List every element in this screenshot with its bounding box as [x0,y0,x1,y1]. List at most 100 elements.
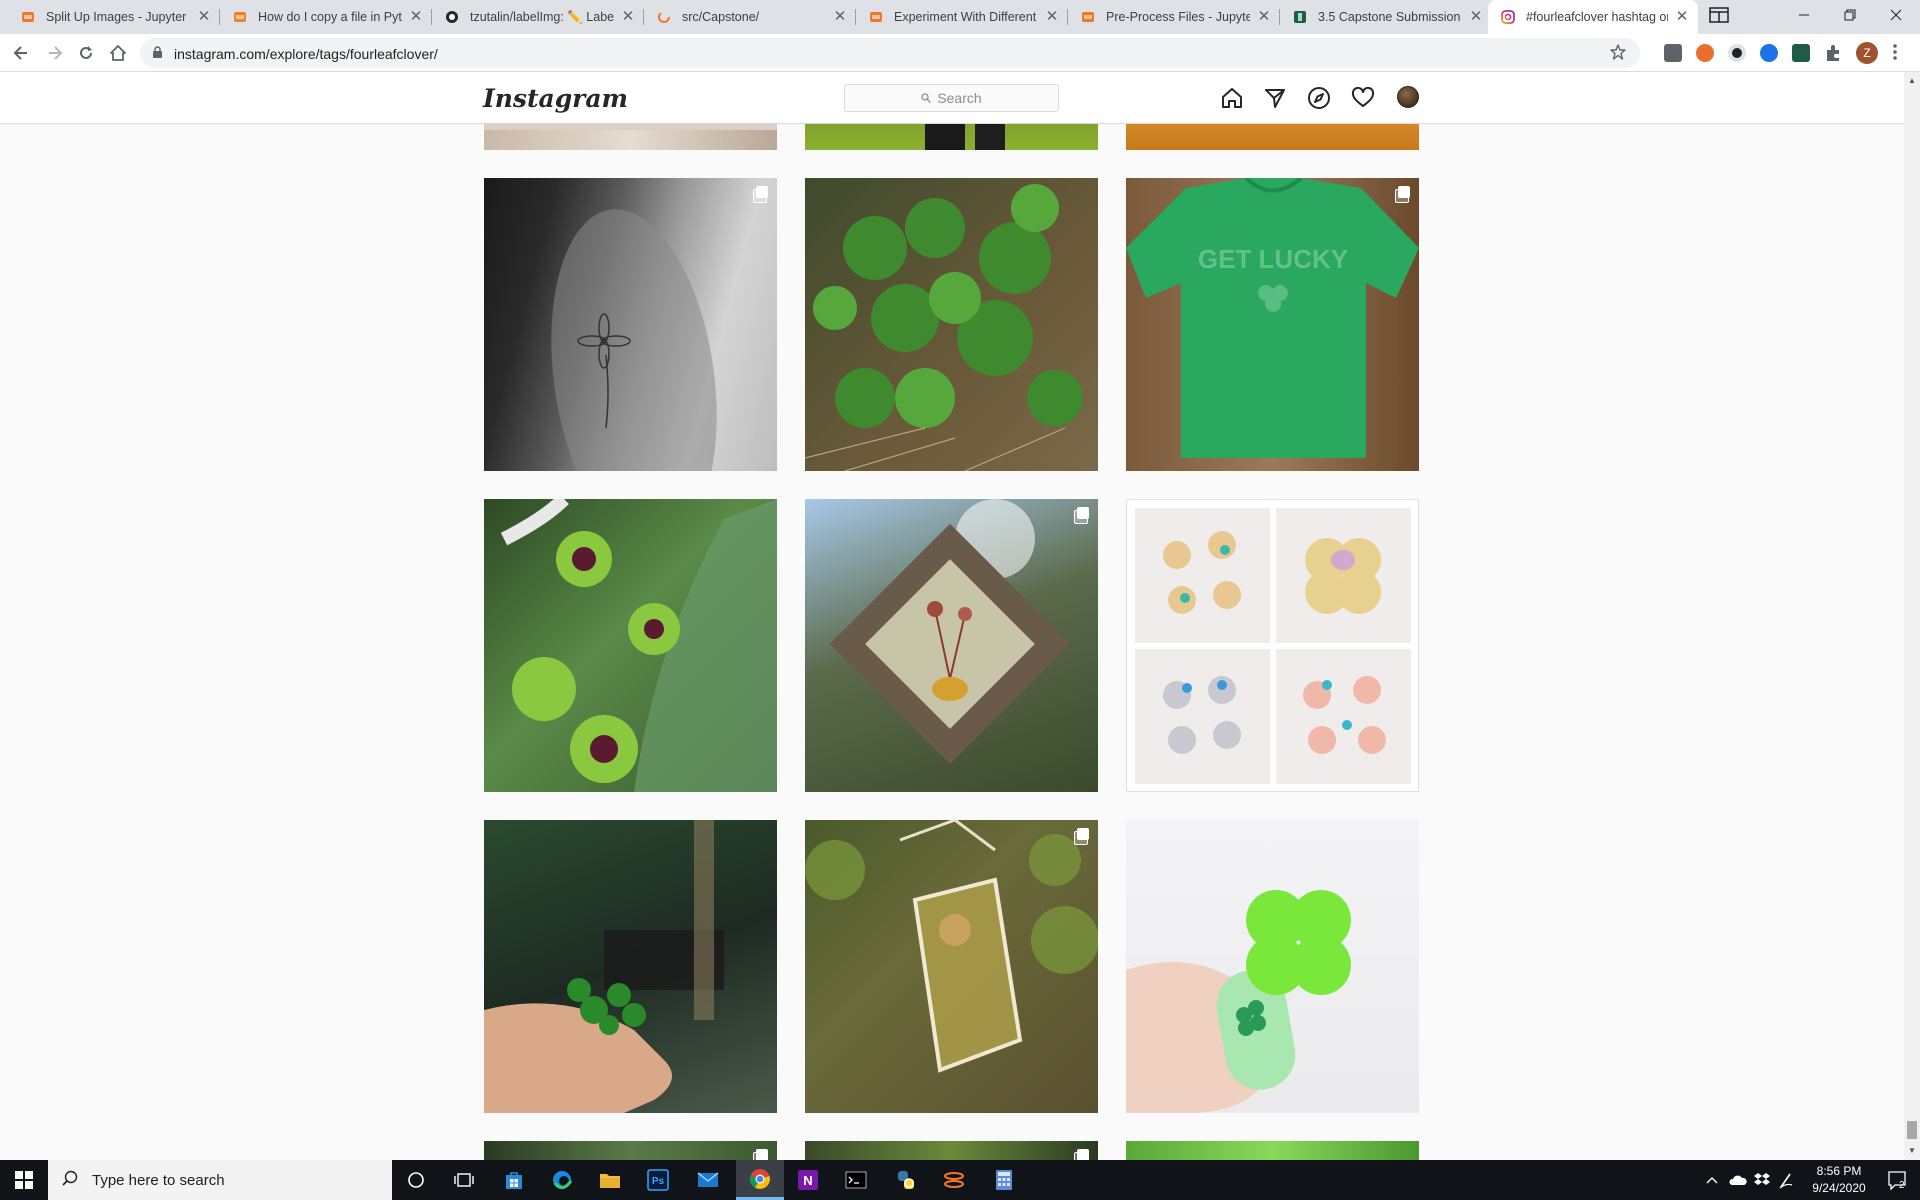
post-thumbnail-partial[interactable] [1126,1141,1419,1160]
springboard-icon [1292,9,1308,25]
jupyter-icon [868,9,884,25]
jupyter-loading-icon [656,9,672,25]
tab-capstone-submission[interactable]: 3.5 Capstone Submission - L ✕ [1280,0,1492,34]
instagram-icon [1500,9,1516,25]
post-thumbnail-partial[interactable] [805,1141,1098,1160]
jupyter-icon [20,9,36,25]
extension-g-icon[interactable] [1664,44,1682,62]
scrollbar-thumb[interactable] [1907,1121,1917,1139]
bookmark-star-icon[interactable] [1610,44,1626,65]
edge-icon[interactable] [538,1160,586,1200]
tab-fourleafclover-instagram[interactable]: #fourleafclover hashtag on ✕ [1488,0,1698,34]
svg-text:N: N [803,1173,812,1188]
taskbar-search-placeholder: Type here to search [92,1171,225,1189]
svg-text:Ps: Ps [652,1176,665,1187]
post-thumbnail[interactable]: GET LUCKY [1126,178,1419,471]
back-icon[interactable] [6,38,36,68]
task-view-icon[interactable] [440,1160,488,1200]
home-icon[interactable] [1219,85,1245,111]
search-input[interactable]: Search [844,84,1059,112]
jupyter-icon[interactable] [930,1160,978,1200]
post-thumbnail-partial[interactable] [484,1141,777,1160]
pen-workspace-icon[interactable] [1774,1160,1798,1200]
extension-circle-icon[interactable] [1728,44,1746,62]
extension-m-icon[interactable] [1760,44,1778,62]
close-tab-icon[interactable]: ✕ [196,9,212,25]
notifications-icon[interactable]: 2 [1882,1160,1912,1200]
scroll-up-icon[interactable]: ▲ [1908,76,1916,85]
onedrive-cloud-icon[interactable] [1726,1160,1750,1200]
restore-icon[interactable] [1827,0,1873,30]
tab-pre-process-files[interactable]: Pre-Process Files - Jupyter N ✕ [1068,0,1280,34]
multiple-images-icon [753,1149,769,1160]
post-thumbnail[interactable] [1126,499,1419,792]
extensions-puzzle-icon[interactable] [1824,44,1842,67]
chrome-icon[interactable] [736,1160,784,1200]
page-scrollbar[interactable]: ▲ ▼ [1904,72,1920,1160]
explore-grid: GET LUCKY [0,72,1904,1160]
lock-icon [152,46,163,64]
close-tab-icon[interactable]: ✕ [1674,9,1690,25]
home-icon[interactable] [103,38,133,68]
close-tab-icon[interactable]: ✕ [1044,9,1060,25]
taskbar-search-input[interactable]: Type here to search [48,1160,392,1200]
post-thumbnail[interactable] [484,178,777,471]
instagram-header: Instagram Search [0,72,1904,124]
address-bar[interactable]: instagram.com/explore/tags/fourleafclove… [140,38,1640,68]
calculator-icon[interactable] [980,1160,1028,1200]
onenote-icon[interactable]: N [784,1160,832,1200]
profile-avatar[interactable] [1397,86,1419,108]
github-icon [444,9,460,25]
jupyter-icon [1080,9,1096,25]
extension-springboard-icon[interactable] [1792,44,1810,62]
file-explorer-icon[interactable] [586,1160,634,1200]
close-tab-icon[interactable]: ✕ [620,9,636,25]
tab-copy-file-python[interactable]: How do I copy a file in Pyth ✕ [220,0,432,34]
profile-avatar[interactable]: Z [1856,42,1878,64]
clock-date: 9/24/2020 [1812,1181,1866,1195]
post-thumbnail[interactable] [805,178,1098,471]
post-thumbnail[interactable] [484,820,777,1113]
tab-experiment-different[interactable]: Experiment With Different M ✕ [856,0,1068,34]
svg-text:GET LUCKY: GET LUCKY [1198,244,1348,274]
windows-start-icon[interactable] [0,1160,48,1200]
post-thumbnail[interactable] [805,820,1098,1113]
close-window-icon[interactable] [1873,0,1919,30]
cortana-icon[interactable] [392,1160,440,1200]
tab-src-capstone[interactable]: src/Capstone/ ✕ [644,0,856,34]
tab-search-icon[interactable] [1696,0,1742,30]
tray-chevron-up-icon[interactable] [1700,1160,1724,1200]
close-tab-icon[interactable]: ✕ [1468,9,1484,25]
clock-time: 8:56 PM [1816,1164,1862,1178]
tab-split-up-images[interactable]: Split Up Images - Jupyter N ✕ [8,0,220,34]
python-icon[interactable] [882,1160,930,1200]
dropbox-icon[interactable] [1750,1160,1774,1200]
forward-icon[interactable] [40,38,70,68]
windows-taskbar: Type here to search Ps N 8:56 PM 9/24/20… [0,1160,1920,1200]
taskbar-clock[interactable]: 8:56 PM 9/24/2020 [1798,1163,1880,1197]
search-icon [62,1170,78,1191]
extension-orange-icon[interactable] [1696,44,1714,62]
instagram-logo[interactable]: Instagram [483,84,628,113]
multiple-images-icon [1074,828,1090,845]
close-tab-icon[interactable]: ✕ [1256,9,1272,25]
photoshop-icon[interactable]: Ps [634,1160,682,1200]
scroll-down-icon[interactable]: ▼ [1908,1146,1916,1155]
search-placeholder: Search [937,90,982,106]
post-thumbnail[interactable] [805,499,1098,792]
notification-count: 2 [1899,1180,1905,1191]
reload-icon[interactable] [71,38,101,68]
direct-messages-icon[interactable] [1262,85,1288,111]
minimize-icon[interactable] [1781,0,1827,30]
mail-icon[interactable] [684,1160,732,1200]
activity-heart-icon[interactable] [1350,85,1376,111]
close-tab-icon[interactable]: ✕ [408,9,424,25]
microsoft-store-icon[interactable] [490,1160,538,1200]
tab-labelimg-github[interactable]: tzutalin/labelImg: ✏️ Labeli ✕ [432,0,644,34]
terminal-icon[interactable] [832,1160,880,1200]
post-thumbnail[interactable] [1126,820,1419,1113]
close-tab-icon[interactable]: ✕ [832,9,848,25]
chrome-menu-icon[interactable] [1893,43,1897,66]
explore-compass-icon[interactable] [1306,85,1332,111]
post-thumbnail[interactable] [484,499,777,792]
